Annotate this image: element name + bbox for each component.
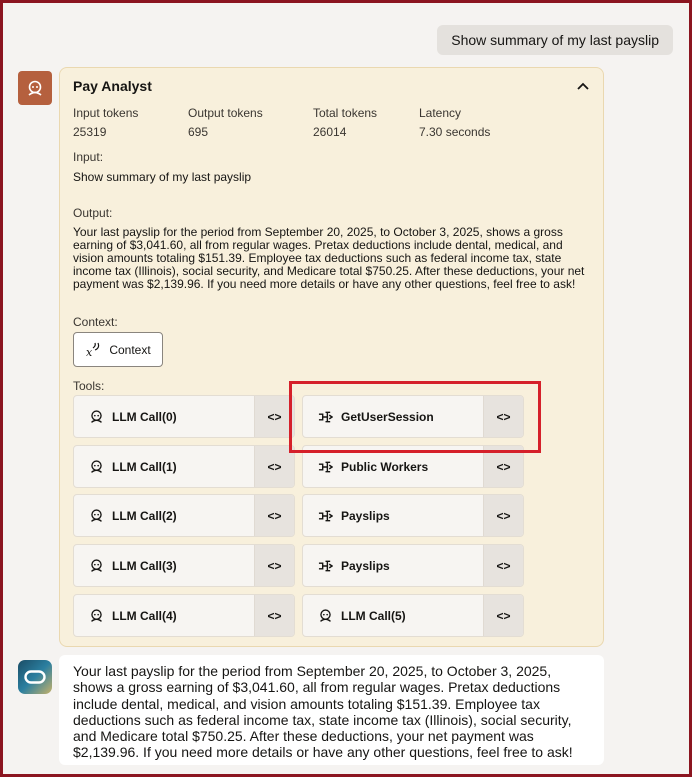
tool-function-icon (317, 558, 333, 574)
stat-label: Output tokens (188, 106, 263, 120)
tool-card-getusersession: GetUserSession <> (302, 395, 524, 438)
stat-input-tokens: Input tokens 25319 (73, 106, 138, 139)
tool-label: Payslips (341, 558, 390, 573)
stat-total-tokens: Total tokens 26014 (313, 106, 377, 139)
stat-value: 695 (188, 125, 209, 139)
tool-card-llm-call-4: LLM Call(4) <> (73, 594, 295, 637)
tool-label: Public Workers (341, 459, 429, 474)
tool-open-button[interactable]: LLM Call(0) (74, 396, 254, 437)
llm-icon (317, 608, 333, 624)
tool-label: Payslips (341, 508, 390, 523)
assistant-avatar (18, 660, 52, 694)
user-message-bubble: Show summary of my last payslip (437, 25, 673, 55)
view-code-button[interactable]: <> (254, 396, 294, 437)
tool-label: LLM Call(1) (112, 459, 177, 474)
tool-card-llm-call-3: LLM Call(3) <> (73, 544, 295, 587)
context-signal-icon: x (86, 342, 100, 358)
input-label: Input: (73, 150, 104, 164)
agent-robot-icon (28, 80, 42, 96)
token-stats: Input tokens 25319 Output tokens 695 Tot… (73, 106, 593, 142)
collapse-button[interactable] (575, 78, 591, 94)
chat-window: Show summary of my last payslip Pay Anal… (3, 3, 689, 774)
tool-function-icon (317, 508, 333, 524)
oracle-logo-icon (24, 670, 46, 684)
stat-value: 26014 (313, 125, 347, 139)
assistant-answer: Your last payslip for the period from Se… (59, 655, 604, 765)
tool-open-button[interactable]: LLM Call(5) (303, 595, 483, 636)
agent-trace-panel: Pay Analyst Input tokens 25319 Output to… (59, 67, 604, 647)
tool-open-button[interactable]: Payslips (303, 545, 483, 586)
stat-latency: Latency 7.30 seconds (419, 106, 490, 139)
tool-label: LLM Call(5) (341, 608, 406, 623)
tool-card-llm-call-5: LLM Call(5) <> (302, 594, 524, 637)
stat-value: 7.30 seconds (419, 125, 491, 139)
llm-icon (88, 558, 104, 574)
stat-label: Latency (419, 106, 462, 120)
tool-open-button[interactable]: Payslips (303, 495, 483, 536)
tool-label: GetUserSession (341, 409, 434, 424)
tool-open-button[interactable]: Public Workers (303, 446, 483, 487)
tool-label: LLM Call(3) (112, 558, 177, 573)
agent-avatar (18, 71, 52, 105)
context-button[interactable]: x Context (73, 332, 163, 367)
context-label: Context: (73, 315, 118, 329)
view-code-button[interactable]: <> (483, 545, 523, 586)
chevron-up-icon (577, 82, 589, 90)
tool-label: LLM Call(4) (112, 608, 177, 623)
tool-open-button[interactable]: GetUserSession (303, 396, 483, 437)
tool-label: LLM Call(2) (112, 508, 177, 523)
view-code-button[interactable]: <> (483, 495, 523, 536)
tool-card-payslips-2: Payslips <> (302, 544, 524, 587)
tool-card-public-workers: Public Workers <> (302, 445, 524, 488)
tool-card-payslips-1: Payslips <> (302, 494, 524, 537)
stat-output-tokens: Output tokens 695 (188, 106, 263, 139)
tool-card-llm-call-1: LLM Call(1) <> (73, 445, 295, 488)
llm-icon (88, 409, 104, 425)
llm-icon (88, 459, 104, 475)
view-code-button[interactable]: <> (483, 396, 523, 437)
tool-card-llm-call-2: LLM Call(2) <> (73, 494, 295, 537)
output-text: Your last payslip for the period from Se… (73, 225, 585, 291)
input-text: Show summary of my last payslip (73, 170, 252, 184)
llm-icon (88, 508, 104, 524)
stat-value: 25319 (73, 125, 107, 139)
view-code-button[interactable]: <> (254, 595, 294, 636)
tool-label: LLM Call(0) (112, 409, 177, 424)
tool-card-llm-call-0: LLM Call(0) <> (73, 395, 295, 438)
view-code-button[interactable]: <> (483, 595, 523, 636)
view-code-button[interactable]: <> (254, 495, 294, 536)
stat-label: Total tokens (313, 106, 378, 120)
output-label: Output: (73, 206, 113, 220)
tool-open-button[interactable]: LLM Call(2) (74, 495, 254, 536)
tool-function-icon (317, 409, 333, 425)
llm-icon (88, 608, 104, 624)
stat-label: Input tokens (73, 106, 139, 120)
context-button-label: Context (109, 342, 151, 357)
tool-function-icon (317, 459, 333, 475)
view-code-button[interactable]: <> (483, 446, 523, 487)
tool-open-button[interactable]: LLM Call(4) (74, 595, 254, 636)
svg-text:x: x (86, 346, 93, 358)
panel-title: Pay Analyst (73, 78, 152, 94)
tools-label: Tools: (73, 379, 105, 393)
view-code-button[interactable]: <> (254, 446, 294, 487)
tool-open-button[interactable]: LLM Call(3) (74, 545, 254, 586)
view-code-button[interactable]: <> (254, 545, 294, 586)
tool-open-button[interactable]: LLM Call(1) (74, 446, 254, 487)
